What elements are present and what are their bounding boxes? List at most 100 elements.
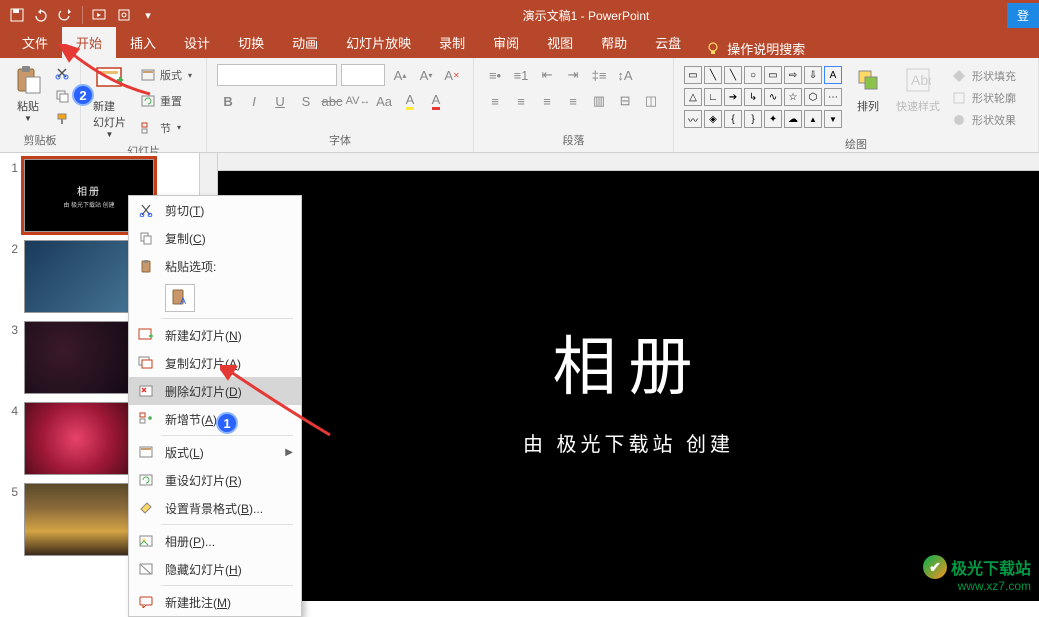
ctx-duplicate-slide[interactable]: 复制幻灯片(A) <box>129 349 301 377</box>
shape-rect[interactable]: ▭ <box>684 66 702 84</box>
italic-button[interactable]: I <box>243 90 265 112</box>
char-spacing-button[interactable]: AV↔ <box>347 90 369 112</box>
increase-indent-button[interactable]: ⇥ <box>562 64 584 86</box>
tab-home[interactable]: 开始 <box>62 27 116 58</box>
decrease-indent-button[interactable]: ⇤ <box>536 64 558 86</box>
increase-font-icon[interactable]: A▴ <box>389 64 411 86</box>
tab-animations[interactable]: 动画 <box>278 27 332 58</box>
align-text-button[interactable]: ⊟ <box>614 90 636 112</box>
shape-brace2[interactable]: } <box>744 110 762 128</box>
tab-slideshow[interactable]: 幻灯片放映 <box>332 27 425 58</box>
shapes-gallery[interactable]: ▭ ╲ ╲ ○ ▭ ⇨ ⇩ A △ ∟ ➔ ↳ ∿ ☆ ⬡ ⋯ 〰 ◈ { } <box>680 62 846 134</box>
ctx-add-section[interactable]: 新增节(A) <box>129 405 301 433</box>
shape-outline-button[interactable]: 形状轮廓 <box>950 88 1018 108</box>
tab-view[interactable]: 视图 <box>533 27 587 58</box>
smartart-button[interactable]: ◫ <box>640 90 662 112</box>
align-right-button[interactable]: ≡ <box>536 90 558 112</box>
tell-me-search[interactable]: 操作说明搜索 <box>695 39 815 58</box>
shape-effects-button[interactable]: 形状效果 <box>950 110 1018 130</box>
ctx-layout[interactable]: 版式(L) ▶ <box>129 438 301 466</box>
shape-more[interactable]: ⋯ <box>824 88 842 106</box>
shape-arrow-down[interactable]: ⇩ <box>804 66 822 84</box>
arrange-button[interactable]: 排列 <box>846 62 890 134</box>
shape-star[interactable]: ☆ <box>784 88 802 106</box>
shape-star2[interactable]: ✦ <box>764 110 782 128</box>
tab-record[interactable]: 录制 <box>425 27 479 58</box>
slide-title[interactable]: 相册 <box>553 316 705 408</box>
decrease-font-icon[interactable]: A▾ <box>415 64 437 86</box>
align-center-button[interactable]: ≡ <box>510 90 532 112</box>
reset-button[interactable]: 重置 <box>136 91 196 111</box>
tab-transitions[interactable]: 切换 <box>224 27 278 58</box>
shape-expand[interactable]: ▼ <box>824 110 842 128</box>
login-button[interactable]: 登 <box>1007 3 1039 28</box>
shape-brace[interactable]: { <box>724 110 742 128</box>
layout-button[interactable]: 版式▾ <box>136 65 196 85</box>
ctx-cut[interactable]: 剪切(T) <box>129 196 301 224</box>
shape-oval[interactable]: ○ <box>744 66 762 84</box>
shape-cloud[interactable]: ☁ <box>784 110 802 128</box>
shape-curve[interactable]: ∿ <box>764 88 782 106</box>
shape-arrow-r[interactable]: ➔ <box>724 88 742 106</box>
preview-icon[interactable] <box>115 6 133 24</box>
font-size-combo[interactable] <box>341 64 385 86</box>
tab-help[interactable]: 帮助 <box>587 27 641 58</box>
ctx-delete-slide[interactable]: 删除幻灯片(D) <box>129 377 301 405</box>
ctx-new-comment[interactable]: 新建批注(M) <box>129 588 301 616</box>
shape-fill-button[interactable]: 形状填充 <box>950 66 1018 86</box>
tab-review[interactable]: 审阅 <box>479 27 533 58</box>
font-color-button[interactable]: A <box>425 90 447 112</box>
paste-button[interactable]: 粘贴 ▼ <box>6 62 50 130</box>
numbering-button[interactable]: ≡1 <box>510 64 532 86</box>
ctx-album[interactable]: 相册(P)... <box>129 527 301 555</box>
format-painter-icon[interactable] <box>54 111 70 127</box>
line-spacing-button[interactable]: ‡≡ <box>588 64 610 86</box>
shape-line[interactable]: ╲ <box>704 66 722 84</box>
strike-button[interactable]: abc <box>321 90 343 112</box>
shape-conn[interactable]: ↳ <box>744 88 762 106</box>
cut-icon[interactable] <box>54 65 70 81</box>
ctx-copy[interactable]: 复制(C) <box>129 224 301 252</box>
shape-arrow[interactable]: ⇨ <box>784 66 802 84</box>
text-direction-button[interactable]: ↕A <box>614 64 636 86</box>
bullets-button[interactable]: ≡• <box>484 64 506 86</box>
underline-button[interactable]: U <box>269 90 291 112</box>
tab-cloud[interactable]: 云盘 <box>641 27 695 58</box>
save-icon[interactable] <box>8 6 26 24</box>
quick-styles-button[interactable]: Abc 快速样式 <box>890 62 946 134</box>
justify-button[interactable]: ≡ <box>562 90 584 112</box>
shape-rect2[interactable]: ▭ <box>764 66 782 84</box>
ctx-new-slide[interactable]: 新建幻灯片(N) <box>129 321 301 349</box>
undo-icon[interactable] <box>32 6 50 24</box>
paste-keep-source-icon[interactable]: A <box>165 284 195 312</box>
ctx-format-background[interactable]: 设置背景格式(B)... <box>129 494 301 522</box>
clear-format-icon[interactable]: A✕ <box>441 64 463 86</box>
shape-l[interactable]: ∟ <box>704 88 722 106</box>
new-slide-button[interactable]: 新建 幻灯片 ▼ <box>87 62 132 141</box>
columns-button[interactable]: ▥ <box>588 90 610 112</box>
section-button[interactable]: 节▾ <box>136 118 196 138</box>
change-case-button[interactable]: Aa <box>373 90 395 112</box>
shape-callout[interactable]: ◈ <box>704 110 722 128</box>
shape-free[interactable]: 〰 <box>684 110 702 128</box>
current-slide[interactable]: 相册 由 极光下载站 创建 <box>218 171 1039 601</box>
slideshow-start-icon[interactable] <box>91 6 109 24</box>
shape-tri[interactable]: △ <box>684 88 702 106</box>
align-left-button[interactable]: ≡ <box>484 90 506 112</box>
qat-customize-icon[interactable]: ▾ <box>139 6 157 24</box>
redo-icon[interactable] <box>56 6 74 24</box>
slide-subtitle[interactable]: 由 极光下载站 创建 <box>523 428 734 457</box>
shadow-button[interactable]: S <box>295 90 317 112</box>
slide-canvas[interactable]: 相册 由 极光下载站 创建 <box>218 171 1039 601</box>
tab-design[interactable]: 设计 <box>170 27 224 58</box>
shape-prev[interactable]: ▲ <box>804 110 822 128</box>
shape-textbox[interactable]: A <box>824 66 842 84</box>
shape-line2[interactable]: ╲ <box>724 66 742 84</box>
font-highlight-button[interactable]: A <box>399 90 421 112</box>
tab-insert[interactable]: 插入 <box>116 27 170 58</box>
tab-file[interactable]: 文件 <box>8 27 62 58</box>
font-family-combo[interactable] <box>217 64 337 86</box>
ctx-reset-slide[interactable]: 重设幻灯片(R) <box>129 466 301 494</box>
ctx-hide-slide[interactable]: 隐藏幻灯片(H) <box>129 555 301 583</box>
copy-icon[interactable] <box>54 88 70 104</box>
